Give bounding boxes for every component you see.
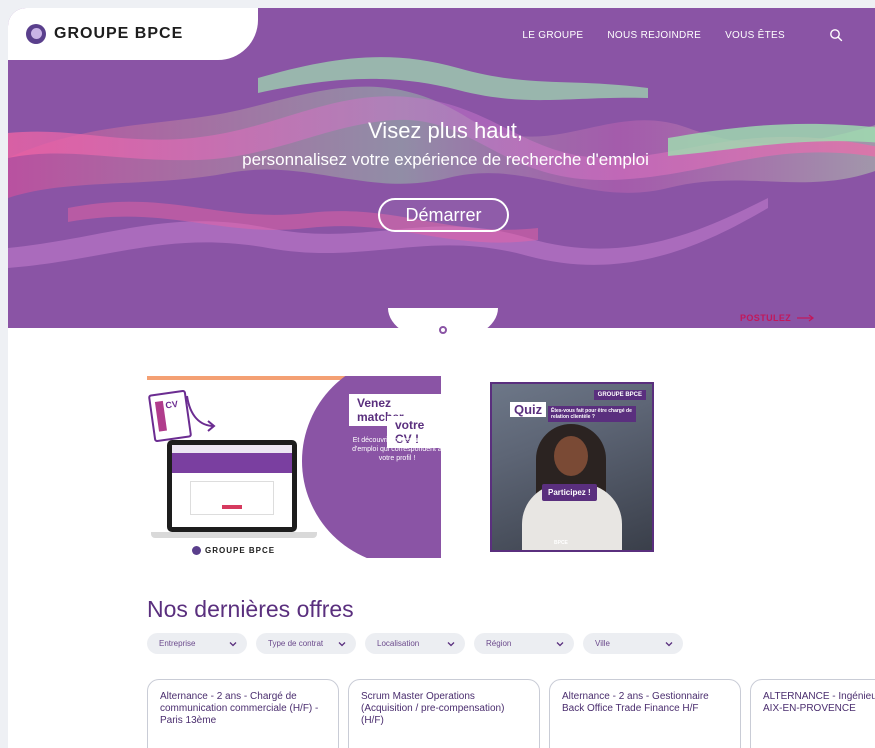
chevron-down-icon <box>229 641 237 646</box>
laptop-illustration <box>167 440 297 532</box>
hero-subtitle: personnalisez votre expérience de recher… <box>242 150 649 169</box>
offer-title: Alternance - 2 ans - Chargé de communica… <box>160 691 319 726</box>
quiz-question: Êtes-vous fait pour être chargé de relat… <box>548 406 636 422</box>
chevron-down-icon <box>338 641 346 646</box>
cv-banner-logo: GROUPE BPCE <box>192 546 275 555</box>
arrow-right-icon <box>797 314 815 322</box>
quiz-label: Quiz <box>510 402 547 417</box>
logo-mark-icon <box>26 24 46 44</box>
page: Visez plus haut, personnalisez votre exp… <box>8 8 875 748</box>
filter-type-de-contrat[interactable]: Type de contrat <box>256 633 356 654</box>
offers-title: Nos dernières offres <box>147 596 354 622</box>
cv-match-banner[interactable]: Venez matcher votre CV ! Et découvrir to… <box>147 376 441 558</box>
cv-label: CV <box>164 398 179 411</box>
offer-filters: Entreprise Type de contrat Localisation … <box>147 633 683 654</box>
search-icon[interactable] <box>829 28 843 42</box>
quiz-banner[interactable]: GROUPE BPCE Quiz Êtes-vous fait pour êtr… <box>490 382 654 552</box>
participez-button[interactable]: Participez ! <box>542 484 597 501</box>
curved-arrow-icon <box>186 395 216 432</box>
nav-item-nous-rejoindre[interactable]: NOUS REJOINDRE <box>607 30 701 41</box>
hero-notch <box>388 308 498 342</box>
laptop-base <box>151 532 317 538</box>
offer-card[interactable]: Scrum Master Operations (Acquisition / p… <box>348 679 540 748</box>
logo[interactable]: GROUPE BPCE <box>8 8 258 60</box>
offer-card[interactable]: Alternance - 2 ans - Chargé de communica… <box>147 679 339 748</box>
hero-title: Visez plus haut, <box>368 118 523 143</box>
offer-title: Scrum Master Operations (Acquisition / p… <box>361 691 505 726</box>
start-button[interactable]: Démarrer <box>378 198 509 232</box>
filter-entreprise[interactable]: Entreprise <box>147 633 247 654</box>
nav-item-vous-etes[interactable]: VOUS ÊTES <box>725 30 785 41</box>
offer-title: Alternance - 2 ans - Gestionnaire Back O… <box>562 691 709 714</box>
main-nav: LE GROUPE NOUS REJOINDRE VOUS ÊTES <box>522 28 843 42</box>
chevron-down-icon <box>556 641 564 646</box>
logo-text: GROUPE BPCE <box>54 25 184 42</box>
filter-ville[interactable]: Ville <box>583 633 683 654</box>
chevron-down-icon <box>665 641 673 646</box>
logo-mark-icon <box>192 546 201 555</box>
filter-localisation[interactable]: Localisation <box>365 633 465 654</box>
offer-cards: Alternance - 2 ans - Chargé de communica… <box>147 679 875 748</box>
nav-item-le-groupe[interactable]: LE GROUPE <box>522 30 583 41</box>
cv-description: Et découvrir toutes les offres d'emploi … <box>352 437 441 462</box>
offer-card[interactable]: Alternance - 2 ans - Gestionnaire Back O… <box>549 679 741 748</box>
offer-title: ALTERNANCE - Ingénieur (H/F) - AIX-EN-PR… <box>763 691 875 714</box>
quiz-brand-tag: GROUPE BPCE <box>593 390 646 400</box>
quiz-footer-logo: BPCE <box>554 540 568 546</box>
postulez-link[interactable]: POSTULEZ <box>740 313 815 323</box>
chevron-down-icon <box>447 641 455 646</box>
postulez-label: POSTULEZ <box>740 313 792 323</box>
offer-card[interactable]: ALTERNANCE - Ingénieur (H/F) - AIX-EN-PR… <box>750 679 875 748</box>
slide-dot-indicator[interactable] <box>439 326 447 334</box>
person-face <box>554 436 588 476</box>
filter-region[interactable]: Région <box>474 633 574 654</box>
